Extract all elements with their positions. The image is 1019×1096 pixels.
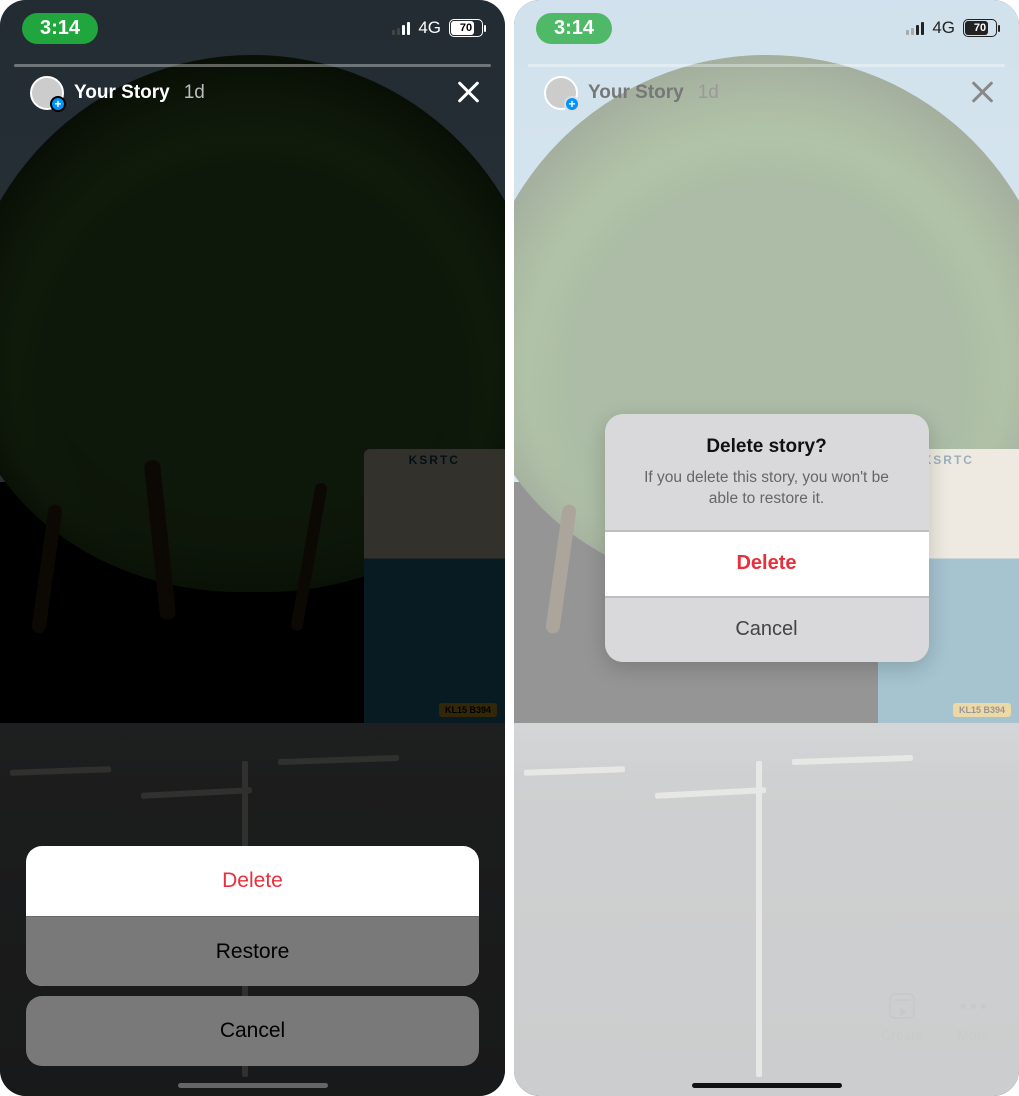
time-pill: 3:14 xyxy=(536,13,612,44)
story-age: 1d xyxy=(184,82,205,104)
alert-message: If you delete this story, you won't be a… xyxy=(633,468,901,510)
signal-icon xyxy=(392,21,410,35)
status-bar: 3:14 4G 70 xyxy=(514,0,1019,56)
story-owner-label: Your Story xyxy=(588,82,684,104)
network-label: 4G xyxy=(932,18,955,38)
add-story-plus-icon: + xyxy=(564,96,580,112)
time-pill: 3:14 xyxy=(22,13,98,44)
confirm-delete-button[interactable]: Delete xyxy=(605,530,929,596)
signal-icon xyxy=(906,21,924,35)
more-button[interactable]: More xyxy=(957,991,989,1043)
story-progress-bar xyxy=(528,64,1005,67)
delete-button[interactable]: Delete xyxy=(26,846,479,916)
story-header[interactable]: + Your Story 1d xyxy=(30,76,205,110)
battery-icon: 70 xyxy=(963,19,997,37)
more-icon xyxy=(961,1004,986,1009)
story-owner-label: Your Story xyxy=(74,82,170,104)
story-age: 1d xyxy=(698,82,719,104)
cancel-button[interactable]: Cancel xyxy=(605,596,929,662)
screenshot-left: KSRTC KL15 B394 3:14 4G 70 + Your Story … xyxy=(0,0,505,1096)
alert-title: Delete story? xyxy=(633,436,901,458)
avatar: + xyxy=(30,76,64,110)
reel-icon xyxy=(889,993,915,1019)
story-progress-bar xyxy=(14,64,491,67)
home-indicator[interactable] xyxy=(692,1083,842,1088)
cancel-button[interactable]: Cancel xyxy=(26,996,479,1066)
story-header[interactable]: + Your Story 1d xyxy=(544,76,719,110)
action-sheet: Delete Restore Cancel xyxy=(26,846,479,1066)
status-bar: 3:14 4G 70 xyxy=(0,0,505,56)
screenshot-right: KSRTC KL15 B394 3:14 4G 70 + Your Story … xyxy=(514,0,1019,1096)
add-story-plus-icon: + xyxy=(50,96,66,112)
battery-icon: 70 xyxy=(449,19,483,37)
story-bottom-bar: Create More xyxy=(514,956,1019,1096)
create-label: Create xyxy=(881,1027,923,1043)
more-label: More xyxy=(957,1027,989,1043)
home-indicator[interactable] xyxy=(178,1083,328,1088)
create-button[interactable]: Create xyxy=(881,991,923,1043)
restore-button[interactable]: Restore xyxy=(26,916,479,986)
network-label: 4G xyxy=(418,18,441,38)
delete-confirmation-alert: Delete story? If you delete this story, … xyxy=(605,414,929,662)
close-icon[interactable] xyxy=(967,78,997,108)
avatar: + xyxy=(544,76,578,110)
close-icon[interactable] xyxy=(453,78,483,108)
